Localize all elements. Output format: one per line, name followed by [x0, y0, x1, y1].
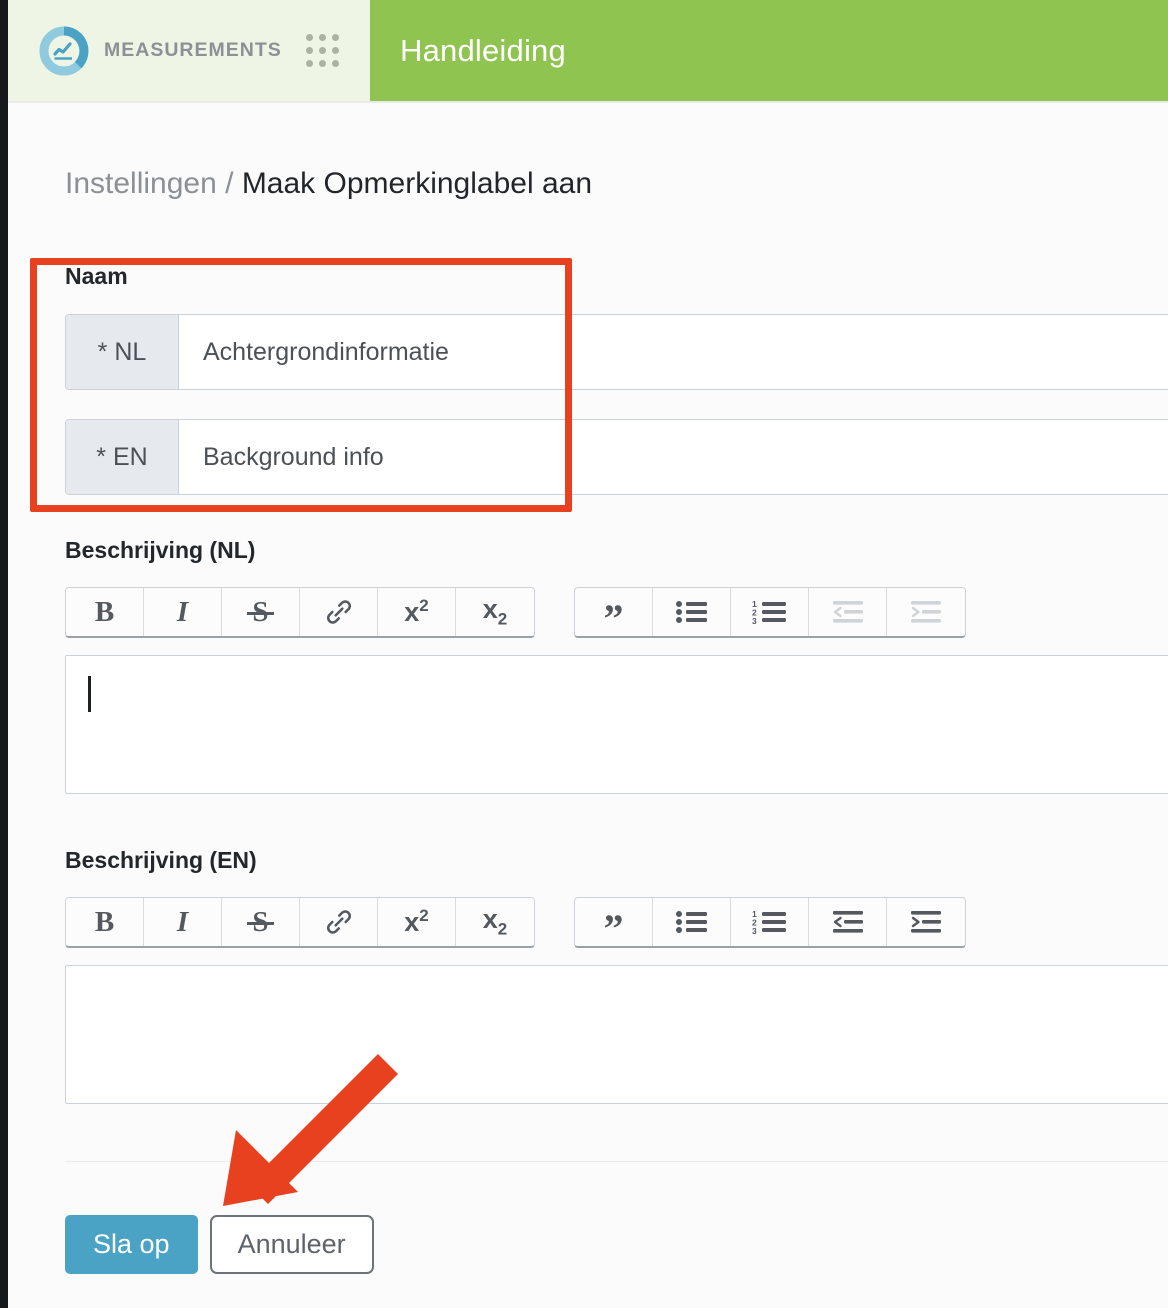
blockquote-icon[interactable]: ” — [575, 898, 653, 946]
superscript-icon[interactable]: x2 — [378, 898, 456, 946]
grid-dot — [305, 60, 313, 67]
name-field-nl-prefix: * NL — [66, 315, 179, 389]
strikethrough-glyph: S — [247, 905, 274, 938]
brand-name: MEASUREMENTS — [104, 39, 282, 61]
bullet-list-icon[interactable] — [653, 588, 731, 636]
outdent-icon[interactable] — [809, 588, 887, 636]
grid-dot — [331, 60, 339, 67]
tab-handleiding-label: Handleiding — [400, 32, 566, 68]
grid-dot — [331, 34, 339, 41]
bold-icon[interactable]: B — [66, 588, 144, 636]
toolbar-group-format-en: B I S x2 x2 — [65, 897, 535, 948]
tab-handleiding[interactable]: Handleiding — [370, 0, 1168, 101]
grid-dot — [318, 47, 326, 54]
breadcrumb: Instellingen / Maak Opmerkinglabel aan — [65, 167, 592, 201]
toolbar-group-lists-en: ” 1 2 3 — [574, 897, 966, 948]
name-field-nl-group: * NL Achtergrondinformatie — [65, 314, 1168, 390]
form-actions: Sla op Annuleer — [65, 1215, 374, 1275]
editor-toolbar-nl: B I S x2 x2 ” 1 2 3 — [65, 587, 966, 638]
grid-dot — [331, 47, 339, 54]
blockquote-glyph: ” — [603, 596, 624, 638]
app-grid-icon[interactable] — [305, 34, 339, 67]
indent-icon[interactable] — [887, 898, 965, 946]
header-divider — [0, 101, 1168, 103]
grid-dot — [318, 34, 326, 41]
text-cursor — [88, 676, 91, 712]
svg-text:3: 3 — [752, 616, 757, 625]
grid-dot — [318, 60, 326, 67]
subscript-icon[interactable]: x2 — [456, 898, 534, 946]
italic-icon[interactable]: I — [144, 588, 222, 636]
strikethrough-icon[interactable]: S — [222, 588, 300, 636]
app-header: MEASUREMENTS Handleiding — [0, 0, 1168, 101]
brand-zone: MEASUREMENTS — [0, 0, 370, 101]
left-edge-rail — [0, 0, 8, 1308]
name-field-en-prefix: * EN — [66, 420, 179, 494]
numbered-list-icon[interactable]: 1 2 3 — [731, 588, 809, 636]
subscript-glyph: x2 — [482, 904, 508, 939]
page-title: Maak Opmerkinglabel aan — [241, 167, 592, 200]
bold-icon[interactable]: B — [66, 898, 144, 946]
save-button[interactable]: Sla op — [65, 1215, 198, 1275]
subscript-glyph: x2 — [482, 594, 508, 629]
superscript-glyph: x2 — [404, 906, 429, 937]
bullet-list-icon[interactable] — [653, 898, 731, 946]
name-input-en[interactable]: Background info — [179, 420, 1168, 494]
page-content: Instellingen / Maak Opmerkinglabel aan N… — [8, 103, 1168, 1308]
superscript-icon[interactable]: x2 — [378, 588, 456, 636]
subscript-icon[interactable]: x2 — [456, 588, 534, 636]
strikethrough-glyph: S — [247, 595, 274, 628]
strikethrough-icon[interactable]: S — [222, 898, 300, 946]
description-en-heading: Beschrijving (EN) — [65, 847, 257, 873]
breadcrumb-parent[interactable]: Instellingen — [65, 167, 217, 200]
grid-dot — [305, 34, 313, 41]
description-en-editor[interactable] — [65, 965, 1168, 1104]
svg-text:3: 3 — [752, 926, 757, 935]
italic-icon[interactable]: I — [144, 898, 222, 946]
description-nl-heading: Beschrijving (NL) — [65, 537, 256, 563]
link-icon[interactable] — [300, 588, 378, 636]
italic-glyph: I — [176, 595, 189, 628]
description-nl-editor[interactable] — [65, 655, 1168, 794]
editor-toolbar-en: B I S x2 x2 ” 1 2 3 — [65, 897, 966, 948]
grid-dot — [305, 47, 313, 54]
outdent-icon[interactable] — [809, 898, 887, 946]
breadcrumb-separator: / — [225, 167, 234, 200]
indent-icon[interactable] — [887, 588, 965, 636]
name-field-en-group: * EN Background info — [65, 419, 1168, 495]
toolbar-group-format-nl: B I S x2 x2 — [65, 587, 535, 638]
name-input-nl[interactable]: Achtergrondinformatie — [179, 315, 1168, 389]
toolbar-group-lists-nl: ” 1 2 3 — [574, 587, 966, 638]
superscript-glyph: x2 — [404, 596, 429, 627]
italic-glyph: I — [176, 905, 189, 938]
footer-divider — [65, 1161, 1168, 1162]
bold-glyph: B — [94, 595, 115, 628]
numbered-list-icon[interactable]: 1 2 3 — [731, 898, 809, 946]
cancel-button[interactable]: Annuleer — [209, 1215, 374, 1275]
measurements-donut-chart-logo[interactable] — [38, 25, 90, 77]
blockquote-icon[interactable]: ” — [575, 588, 653, 636]
naam-label: Naam — [65, 263, 128, 289]
link-icon[interactable] — [300, 898, 378, 946]
bold-glyph: B — [94, 905, 115, 938]
blockquote-glyph: ” — [603, 906, 624, 948]
